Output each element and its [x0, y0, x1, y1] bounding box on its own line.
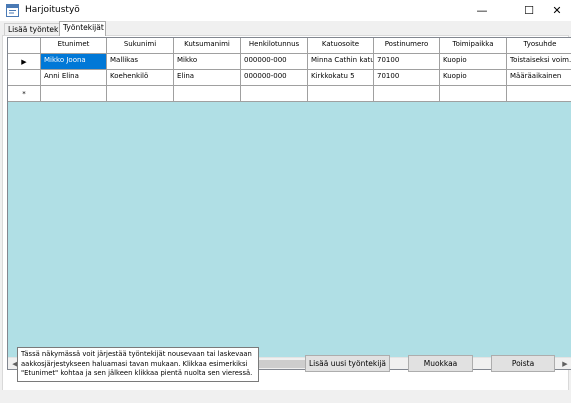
table-cell[interactable]: Kirkkokatu 5 — [308, 70, 374, 86]
title-bar: Harjoitustyö — ☐ ✕ — [0, 0, 571, 21]
table-cell[interactable] — [241, 86, 308, 102]
table-cell[interactable]: 000000-000 — [241, 54, 308, 70]
status-strip — [0, 390, 571, 403]
new-row[interactable]: * — [8, 86, 571, 102]
column-header-postinumero[interactable]: Postinumero — [374, 38, 440, 54]
window-title: Harjoitustyö — [25, 5, 80, 15]
table-cell[interactable]: Anni Elina — [41, 70, 107, 86]
column-header-kutsumanimi[interactable]: Kutsumanimi — [174, 38, 241, 54]
table-row[interactable]: ▶ Mikko Joona Mallikas Mikko 000000-000 … — [8, 54, 571, 70]
table-cell[interactable]: Määräaikainen — [507, 70, 571, 86]
table-cell[interactable]: Kuopio — [440, 54, 507, 70]
scroll-right-icon[interactable]: ▶ — [559, 358, 571, 369]
table-cell[interactable] — [174, 86, 241, 102]
table-cell[interactable]: Elina — [174, 70, 241, 86]
table-cell[interactable] — [374, 86, 440, 102]
tab-employees[interactable]: Työntekijät — [59, 21, 106, 36]
table-cell[interactable]: Kuopio — [440, 70, 507, 86]
table-cell[interactable]: Mallikas — [107, 54, 174, 70]
add-employee-button[interactable]: Lisää uusi työntekijä — [305, 355, 390, 372]
table-cell[interactable] — [308, 86, 374, 102]
minimize-button[interactable]: — — [465, 0, 499, 21]
employees-tab-page: Etunimet Sukunimi Kutsumanimi Henkilotun… — [2, 35, 571, 401]
table-row[interactable]: Anni Elina Koehenkilö Elina 000000-000 K… — [8, 70, 571, 86]
table-cell[interactable]: Koehenkilö — [107, 70, 174, 86]
column-header-etunimet[interactable]: Etunimet — [41, 38, 107, 54]
employees-grid[interactable]: Etunimet Sukunimi Kutsumanimi Henkilotun… — [7, 37, 571, 370]
table-cell[interactable] — [507, 86, 571, 102]
table-cell[interactable]: Mikko Joona — [41, 54, 107, 70]
delete-button[interactable]: Poista — [491, 355, 555, 372]
table-cell[interactable]: Mikko — [174, 54, 241, 70]
column-header-henkilotunnus[interactable]: Henkilotunnus — [241, 38, 308, 54]
table-cell[interactable]: 70100 — [374, 70, 440, 86]
table-cell[interactable] — [107, 86, 174, 102]
current-row-indicator[interactable]: ▶ — [8, 54, 41, 70]
column-header-sukunimi[interactable]: Sukunimi — [107, 38, 174, 54]
column-header-katuosoite[interactable]: Katuosoite — [308, 38, 374, 54]
column-header-tyosuhde[interactable]: Tyosuhde — [507, 38, 571, 54]
row-header-cell[interactable] — [8, 70, 41, 86]
instructions-textbox[interactable]: Tässä näkymässä voit järjestää työntekij… — [17, 347, 259, 382]
close-button[interactable]: ✕ — [540, 0, 571, 21]
column-header-toimipaikka[interactable]: Toimipaikka — [440, 38, 507, 54]
table-cell[interactable]: Toistaiseksi voim... — [507, 54, 571, 70]
edit-button[interactable]: Muokkaa — [408, 355, 473, 372]
table-cell[interactable] — [440, 86, 507, 102]
grid-header-row: Etunimet Sukunimi Kutsumanimi Henkilotun… — [8, 38, 571, 54]
table-cell[interactable]: Minna Cathin katu — [308, 54, 374, 70]
new-row-indicator[interactable]: * — [8, 86, 41, 102]
table-cell[interactable] — [41, 86, 107, 102]
grid-corner-cell[interactable] — [8, 38, 41, 54]
table-cell[interactable]: 70100 — [374, 54, 440, 70]
app-form-icon — [6, 4, 19, 17]
table-cell[interactable]: 000000-000 — [241, 70, 308, 86]
